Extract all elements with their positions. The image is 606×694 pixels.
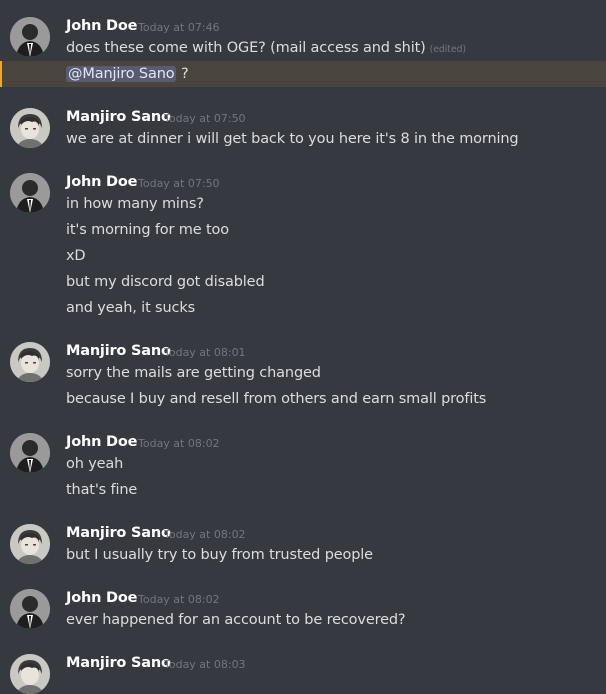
avatar[interactable] [10, 173, 50, 213]
timestamp: Today at 08:03 [164, 658, 246, 671]
user-mention[interactable]: @Manjiro Sano [66, 66, 177, 82]
timestamp: Today at 07:46 [138, 21, 220, 34]
timestamp: Today at 08:02 [138, 437, 220, 450]
timestamp: Today at 08:01 [164, 346, 246, 359]
timestamp: Today at 08:02 [164, 528, 246, 541]
avatar-john-icon [10, 17, 50, 57]
message-line: but my discord got disabled [66, 274, 265, 290]
message-line: it's morning for me too [66, 222, 229, 238]
avatar[interactable] [10, 524, 50, 564]
chat-messages: John Doe Today at 07:46 does these come … [0, 0, 606, 694]
avatar[interactable] [10, 342, 50, 382]
message-line: in how many mins? [66, 196, 204, 212]
edited-label: (edited) [429, 44, 466, 55]
message-text: @Manjiro Sano ? [66, 64, 189, 84]
message-line: because I buy and resell from others and… [66, 391, 487, 407]
avatar-john-icon [10, 433, 50, 473]
avatar-john-icon [10, 589, 50, 629]
author-name[interactable]: John Doe [66, 17, 137, 35]
avatar[interactable] [10, 17, 50, 57]
message-line: we are at dinner i will get back to you … [66, 131, 519, 147]
message-line: oh yeah [66, 456, 124, 472]
author-name[interactable]: John Doe [66, 589, 137, 607]
message-line: xD [66, 248, 86, 264]
message-line: sorry the mails are getting changed [66, 365, 321, 381]
timestamp: Today at 07:50 [164, 112, 246, 125]
timestamp: Today at 07:50 [138, 177, 220, 190]
avatar-manjiro-icon [10, 108, 50, 148]
author-name[interactable]: Manjiro Sano [66, 108, 171, 126]
avatar[interactable] [10, 433, 50, 473]
message-line: ever happened for an account to be recov… [66, 612, 406, 628]
author-name[interactable]: John Doe [66, 173, 137, 191]
timestamp: Today at 08:02 [138, 593, 220, 606]
avatar-john-icon [10, 173, 50, 213]
avatar-manjiro-icon [10, 654, 50, 694]
message-line: and yeah, it sucks [66, 300, 195, 316]
author-name[interactable]: Manjiro Sano [66, 654, 171, 672]
avatar[interactable] [10, 654, 50, 694]
avatar-manjiro-icon [10, 524, 50, 564]
message-line: that's fine [66, 482, 138, 498]
avatar-manjiro-icon [10, 342, 50, 382]
message-line: but I usually try to buy from trusted pe… [66, 547, 373, 563]
avatar[interactable] [10, 589, 50, 629]
author-name[interactable]: Manjiro Sano [66, 342, 171, 360]
message-line: does these come with OGE? (mail access a… [66, 40, 426, 56]
author-name[interactable]: John Doe [66, 433, 137, 451]
author-name[interactable]: Manjiro Sano [66, 524, 171, 542]
message-text: does these come with OGE? (mail access a… [66, 38, 466, 60]
avatar[interactable] [10, 108, 50, 148]
message-line: ? [180, 66, 189, 82]
